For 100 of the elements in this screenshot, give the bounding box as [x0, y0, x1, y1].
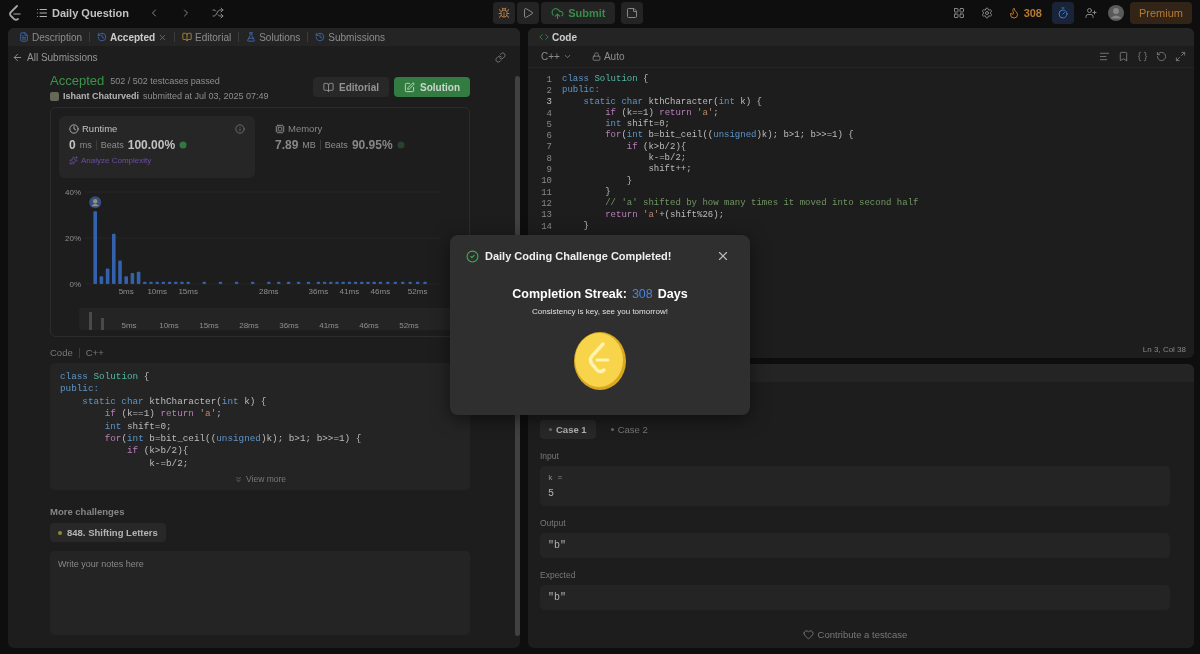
field-value: "b" [548, 592, 567, 603]
metric-card[interactable]: Memory 7.89 MB Beats 90.95% [265, 116, 461, 178]
dialog-title: Daily Coding Challenge Completed! [485, 250, 672, 262]
metric-unit: ms [79, 140, 92, 150]
author-name[interactable]: Ishant Chaturvedi [63, 91, 139, 101]
beats-value: 90.95% [351, 138, 393, 152]
metric-value: 0 [69, 138, 76, 152]
panel-tab[interactable]: Accepted [92, 31, 173, 43]
metric-card[interactable]: Runtime 0 ms Beats 100.00% Analyze Complexity [59, 116, 255, 178]
submit-button[interactable]: Submit [541, 2, 616, 24]
contribute-link[interactable]: Contribute a testcase [802, 629, 908, 640]
timer-button[interactable] [1052, 2, 1074, 24]
beats-label: Beats [100, 140, 124, 150]
avatar-icon [50, 91, 59, 101]
code-icon [539, 32, 549, 42]
debug-button[interactable] [493, 2, 516, 24]
code-line: if (k==1) return 'a'; [604, 107, 719, 119]
line-number: 7 [545, 142, 552, 153]
code-line: } [604, 186, 611, 198]
axis-label: 10ms [158, 321, 180, 330]
bar [218, 281, 223, 284]
line-number: 12 [540, 198, 552, 209]
bar [112, 233, 116, 284]
panel-tab[interactable]: Editorial [177, 31, 237, 43]
bar [174, 281, 178, 284]
cursor-position: Ln 3, Col 38 [1142, 345, 1186, 354]
case-tab[interactable]: Case 1 [540, 420, 596, 439]
case-tab[interactable]: Case 2 [601, 420, 657, 439]
view-more-link[interactable]: View more [234, 474, 286, 485]
difficulty-dot [58, 530, 62, 535]
close-icon [716, 249, 730, 263]
code-line: static char kthCharacter(int k) { [81, 395, 268, 409]
beats-label: Beats [324, 140, 348, 150]
problem-list-button[interactable]: Daily Question [32, 2, 134, 24]
bar [306, 281, 311, 284]
axis-label: 36ms [308, 287, 329, 296]
axis-label: 28ms [259, 287, 279, 296]
bar [360, 281, 364, 284]
back-link[interactable]: All Submissions [12, 52, 98, 63]
beats-value: 100.00% [127, 138, 176, 152]
bar [335, 281, 339, 284]
axis-label: 52ms [407, 287, 428, 296]
field-label: Input [540, 451, 560, 461]
metric-title: Runtime [82, 123, 118, 134]
line-number: 13 [540, 210, 552, 221]
variable-name: k = [548, 473, 564, 482]
auto-mode[interactable]: Auto [586, 51, 630, 62]
axis-label: 41ms [318, 321, 340, 330]
code-line: class Solution { [562, 74, 649, 85]
badge-icon [179, 141, 188, 149]
section-label: Code [50, 347, 73, 358]
braces-icon [1137, 51, 1148, 62]
section-title: More challenges [50, 506, 126, 518]
code-line: class Solution { [60, 371, 151, 384]
avatar-icon[interactable] [1108, 5, 1124, 21]
editorial-button[interactable]: Editorial [313, 77, 389, 97]
badge-icon [396, 141, 405, 149]
code-line: for(int b=bit_ceil((unsigned)k); b>1; b>>=1) { [604, 130, 854, 142]
bookmark-icon [1118, 51, 1129, 62]
axis-label: 46ms [358, 321, 380, 330]
close-icon [158, 32, 168, 42]
notes-button[interactable] [621, 2, 644, 24]
bar [149, 281, 153, 284]
code-line: public: [562, 85, 600, 97]
panel-tab[interactable]: Solutions [241, 31, 306, 43]
panel-tab[interactable]: Code [534, 31, 582, 43]
bar [372, 281, 376, 284]
code-line: // 'a' shifted by how many times it moved into second half [604, 198, 919, 210]
arrow-left-icon [12, 52, 23, 63]
notes-field[interactable]: Write your notes here [50, 551, 470, 636]
challenge-chip[interactable]: 848. Shifting Letters [50, 523, 166, 543]
bar [143, 281, 147, 284]
grid-icon [952, 7, 965, 19]
bar [186, 281, 190, 284]
line-number: 3 [545, 97, 552, 108]
metric-title: Memory [288, 123, 323, 134]
panel-tab[interactable]: Submissions [310, 31, 391, 43]
run-button[interactable] [517, 2, 540, 24]
settings-icon [980, 7, 993, 19]
solution-button[interactable]: Solution [394, 77, 470, 97]
timer-icon [1057, 7, 1069, 19]
bar [415, 281, 420, 284]
clock-icon [69, 123, 79, 134]
field-value: "b" [548, 540, 567, 551]
history-icon [315, 32, 326, 42]
code-line: if (k>b/2){ [125, 445, 190, 458]
code-line: } [625, 175, 633, 187]
add-user-icon [1085, 7, 1097, 19]
list-icon [36, 7, 48, 19]
bar [386, 281, 390, 284]
info-icon [235, 123, 245, 134]
book-icon [182, 32, 193, 42]
play-icon [522, 7, 535, 19]
testcases-text: 502 / 502 testcases passed [110, 75, 220, 86]
language-select[interactable]: C++ [536, 51, 577, 62]
premium-button[interactable]: Premium [1130, 2, 1192, 24]
streak-button[interactable]: 308 [1003, 2, 1046, 24]
logo-icon[interactable] [8, 5, 22, 21]
panel-tab[interactable]: Description [14, 31, 88, 43]
code-line: return 'a'+(shift%26); [604, 209, 725, 221]
